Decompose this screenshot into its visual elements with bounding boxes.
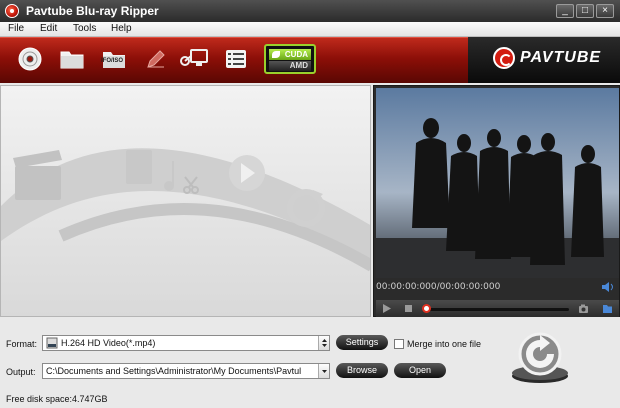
open-folder-icon[interactable]	[602, 303, 613, 314]
seek-handle[interactable]	[422, 304, 431, 313]
volume-icon[interactable]	[601, 281, 615, 293]
minimize-button[interactable]: _	[556, 4, 574, 18]
window-title: Pavtube Blu-ray Ripper	[26, 4, 159, 18]
updown-arrow-icon	[322, 339, 327, 347]
output-label: Output:	[6, 367, 36, 377]
monitor-trim-icon	[180, 49, 208, 66]
list-icon	[226, 50, 246, 68]
format-label: Format:	[6, 339, 38, 349]
seek-bar[interactable]	[427, 308, 569, 311]
stop-icon[interactable]	[403, 303, 414, 314]
menu-tools[interactable]: Tools	[73, 23, 96, 34]
maximize-button[interactable]: □	[576, 4, 594, 18]
convert-button[interactable]	[508, 329, 572, 385]
format-select[interactable]: H.264 HD Video(*.mp4)	[42, 335, 330, 351]
browse-button[interactable]: Browse	[336, 363, 388, 378]
title-bar: Pavtube Blu-ray Ripper _ □ ×	[0, 0, 620, 22]
close-button[interactable]: ×	[596, 4, 614, 18]
play-icon[interactable]	[381, 303, 392, 314]
open-button[interactable]: Open	[394, 363, 446, 378]
load-ifo-iso-button[interactable]: IFO/ISO	[98, 43, 130, 75]
load-disc-button[interactable]	[14, 43, 46, 75]
amd-label: AMD	[269, 61, 311, 71]
disc-icon	[18, 47, 42, 71]
pencil-icon	[147, 50, 165, 68]
video-preview	[376, 88, 619, 278]
play-circle-icon	[229, 155, 265, 191]
clapperboard-icon	[13, 150, 62, 200]
free-disk-space: Free disk space:4.747GB	[6, 394, 108, 404]
output-dropdown-arrow[interactable]	[318, 364, 329, 378]
video-format-icon	[46, 337, 58, 349]
chevron-down-icon	[322, 370, 327, 373]
trim-button[interactable]	[178, 43, 210, 75]
ifo-iso-label: IFO/ISO	[101, 58, 124, 64]
preview-panel: 00:00:00:000/00:00:00:000	[373, 85, 620, 317]
edit-button[interactable]	[140, 43, 172, 75]
output-path-value: C:\Documents and Settings\Administrator\…	[46, 366, 302, 376]
menu-bar: File Edit Tools Help	[0, 22, 620, 37]
menu-edit[interactable]: Edit	[40, 23, 57, 34]
player-controls	[376, 300, 619, 317]
timecode-display: 00:00:00:000/00:00:00:000	[376, 282, 501, 292]
file-list-area[interactable]	[0, 85, 371, 317]
brand-name: PAVTUBE	[520, 49, 602, 66]
gpu-acceleration-badge[interactable]: CUDA AMD	[264, 44, 316, 74]
output-path-field[interactable]: C:\Documents and Settings\Administrator\…	[42, 363, 330, 379]
drop-area-watermark	[1, 148, 370, 272]
pavtube-logo-icon	[493, 47, 515, 69]
app-logo-icon	[5, 4, 19, 18]
cuda-label: CUDA	[269, 49, 311, 60]
load-folder-button[interactable]	[56, 43, 88, 75]
format-dropdown-arrow[interactable]	[318, 336, 329, 350]
video-frame	[376, 88, 619, 278]
folder-icon	[60, 51, 84, 69]
menu-help[interactable]: Help	[111, 23, 132, 34]
brand-logo: PAVTUBE	[493, 47, 601, 69]
settings-button[interactable]: Settings	[336, 335, 388, 350]
task-list-button[interactable]	[220, 43, 252, 75]
merge-checkbox[interactable]	[394, 339, 404, 349]
menu-file[interactable]: File	[8, 23, 24, 34]
snapshot-camera-icon[interactable]	[578, 303, 589, 314]
merge-label: Merge into one file	[407, 339, 482, 349]
format-value: H.264 HD Video(*.mp4)	[61, 338, 156, 348]
